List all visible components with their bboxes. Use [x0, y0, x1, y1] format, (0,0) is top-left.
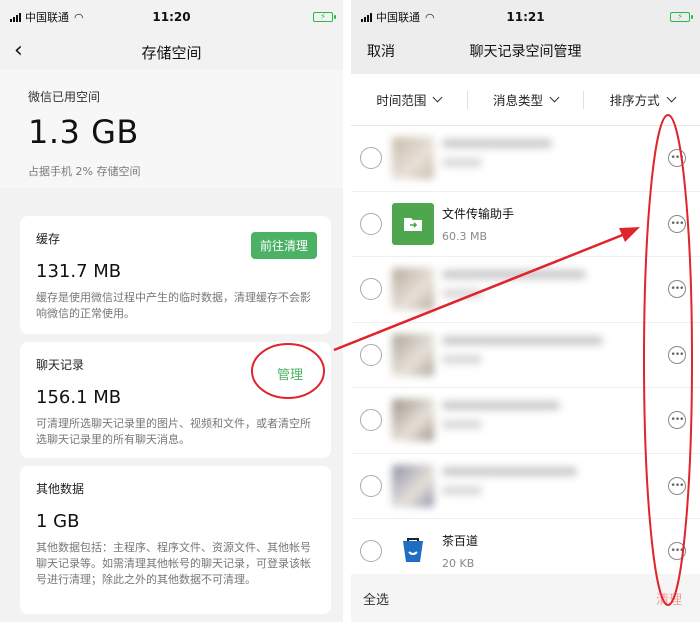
- blurred-avatar: [392, 464, 434, 507]
- blurred-chat-size: [442, 420, 482, 429]
- chat-size: 60.3 MB: [442, 229, 488, 243]
- chat-list-item[interactable]: •••: [351, 323, 700, 388]
- select-all-button[interactable]: 全选: [363, 589, 389, 608]
- chat-storage-management-screen: 中国联通 ◠ 11:21 ⚡ 取消 聊天记录空间管理 时间范围 消息类型 排序方…: [351, 0, 700, 622]
- clean-button[interactable]: 清理: [656, 589, 682, 608]
- blurred-chat-size: [442, 485, 482, 495]
- more-options-icon[interactable]: •••: [668, 345, 686, 364]
- select-radio[interactable]: [360, 540, 382, 563]
- filter-label: 消息类型: [493, 93, 544, 108]
- chat-name: 茶百道: [442, 534, 479, 548]
- chat-name: 文件传输助手: [442, 206, 515, 221]
- chat-list-item[interactable]: 文件传输助手 60.3 MB •••: [351, 192, 700, 257]
- more-options-icon[interactable]: •••: [668, 149, 686, 168]
- status-bar: 中国联通 ◠ 11:20 ⚡: [0, 0, 343, 34]
- signal-icon: [10, 12, 21, 22]
- chevron-down-icon: [432, 92, 443, 103]
- comparison-screenshot: 中国联通 ◠ 11:20 ⚡ ‹ 存储空间 微信已用空间 1.3 GB 占据手机…: [0, 0, 700, 622]
- status-bar: 中国联通 ◠ 11:21 ⚡: [351, 0, 700, 34]
- blurred-chat-name: [442, 466, 577, 476]
- battery-charging-icon: ⚡: [313, 12, 336, 22]
- other-data-title: 其他数据: [36, 482, 85, 496]
- page-title: 存储空间: [141, 43, 202, 62]
- blurred-chat-size: [442, 289, 482, 298]
- select-radio[interactable]: [360, 409, 382, 432]
- more-options-icon[interactable]: •••: [668, 411, 686, 430]
- chat-list-item[interactable]: •••: [351, 126, 700, 192]
- chat-info: [442, 139, 552, 167]
- select-radio[interactable]: [360, 278, 382, 301]
- wifi-icon: ◠: [425, 10, 435, 24]
- filter-bar: 时间范围 消息类型 排序方式: [351, 74, 700, 126]
- select-radio[interactable]: [360, 343, 382, 366]
- chat-info: 文件传输助手 60.3 MB: [442, 205, 514, 243]
- more-options-icon[interactable]: •••: [668, 214, 686, 233]
- storage-summary: 微信已用空间 1.3 GB 占据手机 2% 存储空间: [0, 70, 343, 188]
- manage-chat-button[interactable]: 管理: [277, 364, 303, 383]
- cache-size: 131.7 MB: [36, 261, 122, 282]
- other-data-card: 其他数据 1 GB 其他数据包括：主程序、程序文件、资源文件、其他帐号聊天记录等…: [20, 466, 331, 614]
- chat-list-item[interactable]: •••: [351, 454, 700, 519]
- nav-bar: 取消 聊天记录空间管理: [351, 34, 700, 68]
- blurred-chat-name: [442, 335, 603, 345]
- more-options-icon[interactable]: •••: [668, 542, 686, 561]
- cancel-button[interactable]: 取消: [367, 41, 395, 61]
- filter-message-type[interactable]: 消息类型: [468, 90, 584, 109]
- blurred-avatar: [392, 333, 434, 376]
- chat-list-item[interactable]: •••: [351, 388, 700, 454]
- chat-size: 20 KB: [442, 557, 475, 570]
- chat-history-card: 聊天记录 管理 156.1 MB 可清理所选聊天记录里的图片、视频和文件，或者清…: [20, 342, 331, 458]
- select-radio[interactable]: [360, 147, 382, 170]
- more-options-icon[interactable]: •••: [668, 280, 686, 299]
- wifi-icon: ◠: [74, 10, 84, 24]
- blurred-avatar: [392, 268, 434, 311]
- blurred-avatar: [392, 137, 434, 180]
- filter-sort-order[interactable]: 排序方式: [584, 90, 700, 109]
- used-space-value: 1.3 GB: [28, 113, 139, 151]
- carrier-label: 中国联通: [25, 11, 69, 24]
- cache-card: 缓存 前往清理 131.7 MB 缓存是使用微信过程中产生的临时数据，清理缓存不…: [20, 216, 331, 334]
- storage-screen: 中国联通 ◠ 11:20 ⚡ ‹ 存储空间 微信已用空间 1.3 GB 占据手机…: [0, 0, 343, 622]
- blurred-chat-name: [442, 270, 586, 279]
- more-options-icon[interactable]: •••: [668, 476, 686, 495]
- cache-description: 缓存是使用微信过程中产生的临时数据，清理缓存不会影响微信的正常使用。: [36, 291, 311, 320]
- other-data-description: 其他数据包括：主程序、程序文件、资源文件、其他帐号聊天记录等。如需清理其他帐号的…: [36, 541, 311, 586]
- signal-icon: [361, 12, 372, 22]
- blurred-avatar: [392, 399, 434, 442]
- chat-history-size: 156.1 MB: [36, 387, 122, 408]
- carrier-label: 中国联通: [376, 11, 420, 24]
- page-title: 聊天记录空间管理: [469, 44, 582, 60]
- chat-history-title: 聊天记录: [36, 358, 85, 372]
- blurred-chat-name: [442, 401, 560, 410]
- blurred-chat-size: [442, 158, 482, 167]
- clear-cache-button[interactable]: 前往清理: [250, 232, 317, 259]
- filter-label: 排序方式: [609, 93, 660, 108]
- select-radio[interactable]: [360, 474, 382, 497]
- chevron-down-icon: [666, 92, 677, 103]
- blurred-chat-name: [442, 139, 552, 148]
- filter-label: 时间范围: [376, 93, 427, 108]
- chat-history-description: 可清理所选聊天记录里的图片、视频和文件，或者清空所选聊天记录里的所有聊天消息。: [36, 417, 311, 446]
- select-radio[interactable]: [360, 212, 382, 235]
- chat-list-item[interactable]: •••: [351, 257, 700, 323]
- nav-bar: ‹ 存储空间: [0, 34, 343, 70]
- used-space-percent: 占据手机 2% 存储空间: [28, 165, 141, 178]
- battery-charging-icon: ⚡: [670, 12, 693, 22]
- chat-info: 茶百道 20 KB: [442, 532, 478, 570]
- chat-info: [442, 270, 586, 298]
- used-space-label: 微信已用空间: [28, 90, 101, 104]
- bottom-bar: 全选 清理: [351, 574, 700, 622]
- chat-info: [442, 401, 560, 429]
- chevron-down-icon: [549, 92, 560, 103]
- chat-info: [442, 335, 603, 364]
- cup-icon: [392, 530, 434, 573]
- other-data-size: 1 GB: [36, 511, 80, 532]
- folder-icon: [392, 202, 434, 245]
- blurred-chat-size: [442, 354, 482, 364]
- chat-list: ••• 文件传输助手 60.3 MB ••• ••• ••• ••• ••• 茶百道 20 KB •…: [351, 126, 700, 585]
- chat-info: [442, 466, 577, 495]
- back-icon[interactable]: ‹: [14, 38, 23, 63]
- filter-time-range[interactable]: 时间范围: [351, 90, 467, 109]
